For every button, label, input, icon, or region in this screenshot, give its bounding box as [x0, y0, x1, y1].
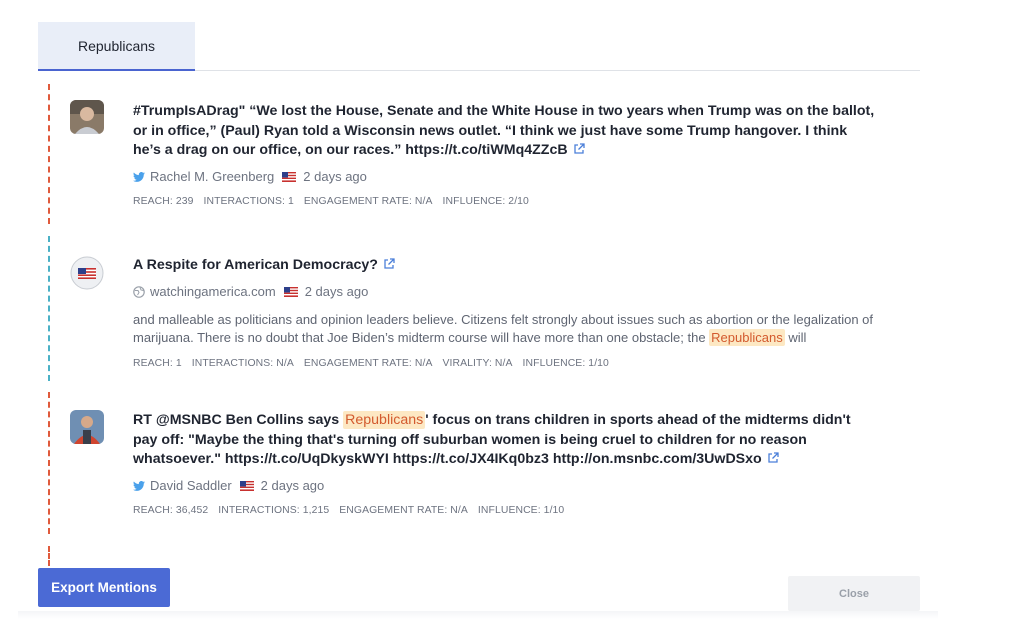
stat-reach: REACH: 36,452 — [133, 504, 209, 516]
mention-meta: Rachel M. Greenberg 2 days ago — [133, 168, 878, 186]
export-mentions-button[interactable]: Export Mentions — [38, 568, 170, 607]
author-name[interactable]: Rachel M. Greenberg — [150, 169, 274, 184]
external-link-icon[interactable] — [767, 452, 779, 464]
stat-interactions: INTERACTIONS: 1,215 — [218, 504, 330, 516]
tab-republicans[interactable]: Republicans — [38, 22, 195, 71]
stat-engagement-rate: ENGAGEMENT RATE: N/A — [339, 504, 468, 516]
stat-influence: INFLUENCE: 1/10 — [522, 357, 609, 369]
mention-link[interactable]: https://t.co/tiWMq4ZZcB — [405, 142, 567, 158]
us-flag-icon — [283, 286, 298, 297]
mention-stats: REACH: 36,452 INTERACTIONS: 1,215 ENGAGEME… — [133, 505, 878, 516]
mention-title: RT @MSNBC Ben Collins says Republicans ' … — [133, 411, 878, 470]
sentiment-bar — [48, 546, 50, 566]
stat-influence: INFLUENCE: 2/10 — [442, 195, 529, 207]
stat-interactions: INTERACTIONS: 1 — [203, 195, 294, 207]
tab-bar: Republicans — [38, 22, 920, 71]
mention-title: #TrumpIsADrag" “We lost the House, Senat… — [133, 102, 878, 161]
mention-stats: REACH: 239 INTERACTIONS: 1 ENGAGEMENT RATE… — [133, 196, 878, 207]
keyword-highlight: Republicans — [343, 411, 426, 429]
us-flag-icon — [282, 171, 297, 182]
mention-excerpt: and malleable as politicians and opinion… — [133, 311, 878, 348]
us-flag-icon — [239, 480, 254, 491]
globe-icon — [133, 285, 145, 298]
stat-reach: REACH: 239 — [133, 195, 194, 207]
stat-influence: INFLUENCE: 1/10 — [477, 504, 565, 516]
author-name[interactable]: David Saddler — [150, 478, 232, 493]
mention-text: RT @MSNBC Ben Collins says — [133, 412, 344, 428]
timestamp: 2 days ago — [260, 478, 325, 493]
close-button[interactable]: Close — [788, 576, 920, 611]
twitter-icon — [133, 480, 145, 491]
timestamp: 2 days ago — [304, 284, 369, 299]
mention-item: RT @MSNBC Ben Collins says Republicans ' … — [48, 392, 878, 534]
external-link-icon[interactable] — [383, 258, 395, 270]
sentiment-bar — [48, 84, 50, 224]
sentiment-bar — [48, 392, 50, 534]
footer-divider — [18, 611, 938, 619]
mention-meta: David Saddler 2 days ago — [133, 477, 878, 495]
mention-meta: watchingamerica.com 2 days ago — [133, 283, 878, 301]
mention-item: #TrumpIsADrag" “We lost the House, Senat… — [48, 84, 878, 224]
stat-engagement-rate: ENGAGEMENT RATE: N/A — [303, 195, 433, 207]
mention-text[interactable]: A Respite for American Democracy? — [133, 257, 378, 273]
timestamp: 2 days ago — [303, 169, 367, 184]
sentiment-bar — [48, 236, 50, 381]
keyword-highlight: Republicans — [709, 329, 785, 346]
stat-virality: VIRALITY: N/A — [442, 357, 513, 369]
stat-reach: REACH: 1 — [133, 357, 182, 369]
mention-title[interactable]: A Respite for American Democracy? — [133, 256, 878, 276]
source-domain[interactable]: watchingamerica.com — [150, 284, 276, 299]
avatar[interactable] — [70, 256, 104, 290]
excerpt-text: will — [784, 330, 807, 345]
mention-item: A Respite for American Democracy? watchi… — [48, 236, 878, 381]
stat-interactions: INTERACTIONS: N/A — [191, 357, 294, 369]
avatar[interactable] — [70, 100, 104, 134]
mention-item-partial — [48, 546, 878, 566]
mention-stats: REACH: 1 INTERACTIONS: N/A ENGAGEMENT RATE… — [133, 358, 878, 369]
avatar[interactable] — [70, 410, 104, 444]
external-link-icon[interactable] — [573, 143, 585, 155]
twitter-icon — [133, 171, 145, 182]
stat-engagement-rate: ENGAGEMENT RATE: N/A — [303, 357, 433, 369]
